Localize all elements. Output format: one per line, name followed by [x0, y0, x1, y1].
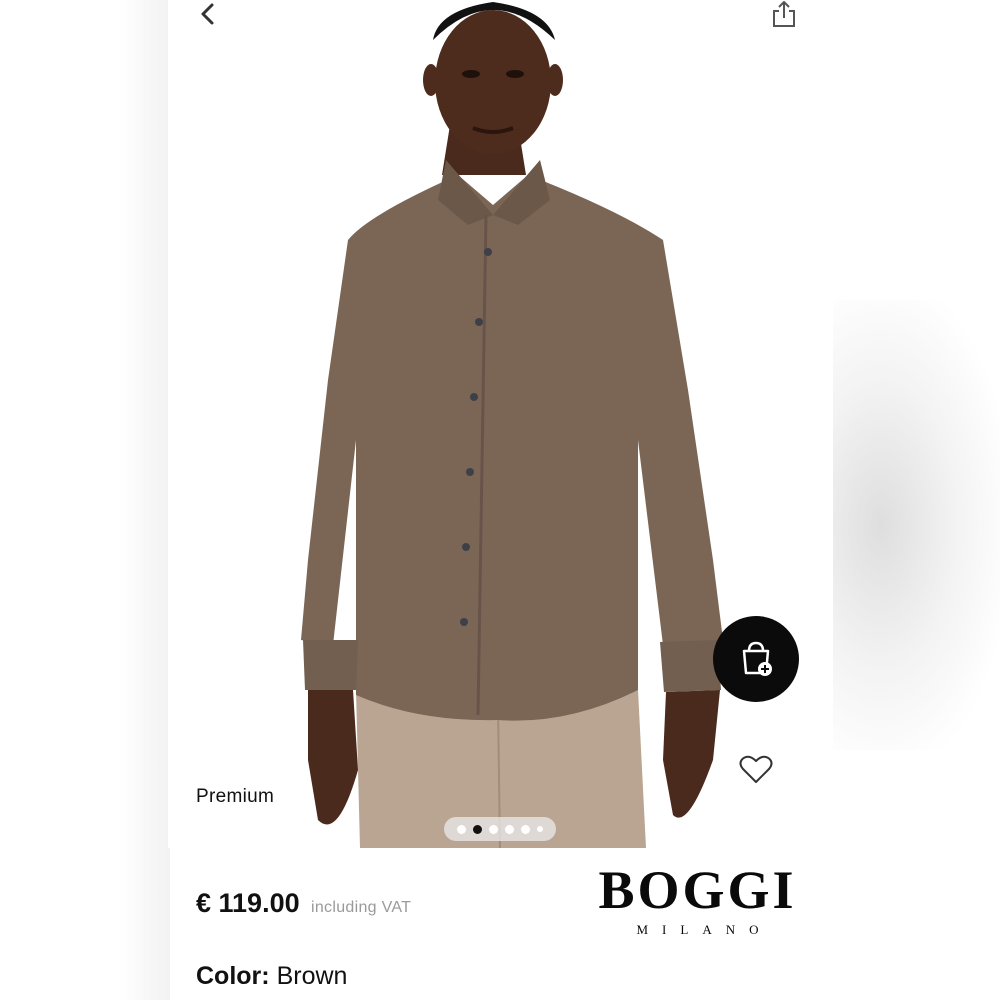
- add-to-cart-button[interactable]: [713, 616, 799, 702]
- product-image: [301, 2, 723, 848]
- left-backdrop: [0, 0, 170, 1000]
- vat-note: including VAT: [311, 899, 412, 916]
- carousel-dot[interactable]: [489, 824, 498, 834]
- chevron-left-icon: [201, 3, 214, 25]
- carousel-dot[interactable]: [537, 826, 543, 832]
- carousel-dot[interactable]: [521, 824, 530, 834]
- color-value: Brown: [276, 962, 348, 990]
- brand-name: BOGGI: [598, 860, 797, 920]
- brand-subtitle: MILANO: [636, 922, 773, 937]
- carousel-dot[interactable]: [505, 824, 514, 834]
- product-price: € 119.00: [196, 888, 300, 918]
- shopping-bag-plus-icon: [742, 641, 772, 676]
- right-backdrop: [830, 300, 1000, 750]
- product-tag: Premium: [196, 786, 275, 807]
- color-label: Color:: [196, 962, 270, 990]
- brand-logo: BOGGI MILANO: [585, 862, 810, 942]
- share-icon: [773, 1, 795, 27]
- share-button[interactable]: [764, 0, 804, 30]
- carousel-dot-active[interactable]: [473, 824, 482, 834]
- carousel-dot[interactable]: [457, 824, 466, 834]
- wishlist-button[interactable]: [736, 750, 776, 790]
- back-button[interactable]: [190, 0, 226, 30]
- product-image-area[interactable]: [168, 0, 833, 848]
- heart-icon: [739, 755, 773, 783]
- image-carousel-indicator[interactable]: [444, 817, 556, 841]
- color-selector: Color: Brown: [196, 962, 347, 991]
